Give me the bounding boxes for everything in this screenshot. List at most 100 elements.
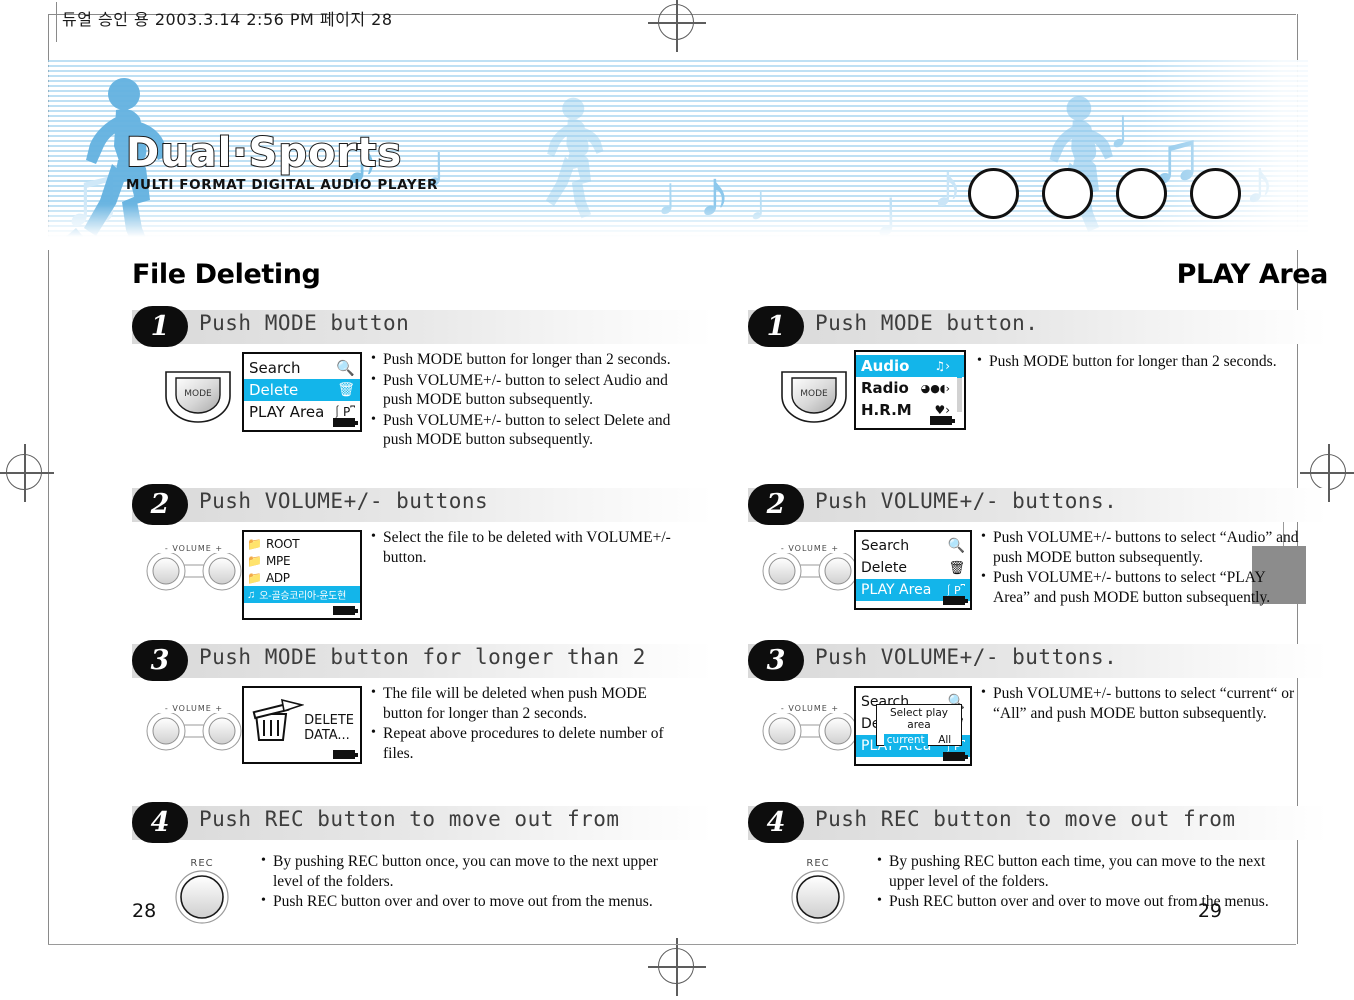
lcd-menu-item[interactable]: Radio ◕●◖› <box>856 377 964 399</box>
page-title: PLAY Area <box>1176 259 1329 290</box>
runner-silhouette <box>528 96 624 220</box>
registration-mark-bottom <box>648 938 706 996</box>
bullet-item: Push VOLUME+/- button to select Audio an… <box>383 371 700 410</box>
lcd-item-label: Delete <box>249 381 299 399</box>
rec-button[interactable]: REC <box>786 858 850 934</box>
volume-control-label: - VOLUME + <box>164 544 224 553</box>
banner-circle <box>1190 168 1241 219</box>
folder-icon: 📁 <box>247 536 262 551</box>
volume-control-label: - VOLUME + <box>164 704 224 713</box>
print-slug: 듀얼 승인 용 2003.3.14 2:56 PM 페이지 28 <box>62 10 393 29</box>
lcd-item-label: MPE <box>265 553 291 568</box>
step-number: 3 <box>132 640 188 681</box>
step-bullets: Push VOLUME+/- buttons to select “curren… <box>980 684 1300 724</box>
step-bar: 3 Push VOLUME+/- buttons. <box>748 640 1328 681</box>
rec-button[interactable]: REC <box>170 858 234 934</box>
lcd-menu-item[interactable]: Audio ♫› <box>856 355 964 377</box>
volume-control[interactable]: - VOLUME + <box>144 544 244 598</box>
lcd-menu-item[interactable]: Search 🔍 <box>244 357 360 379</box>
lcd-folder-item[interactable]: ♫ 오-골승코리아-윤도현 <box>244 586 360 603</box>
lcd-screen: Search 🔍 Delete 🗑 PLAY Area ⎰P⎴ <box>242 352 362 432</box>
popup-title: Select play area <box>890 707 948 731</box>
bullet-item: Push REC button over and over to move ou… <box>273 892 660 912</box>
bullet-item: Push MODE button for longer than 2 secon… <box>383 350 700 370</box>
step-bar: 1 Push MODE button <box>132 306 712 347</box>
lcd-screen: 📁 ROOT 📁 MPE 📁 ADP ♫ 오-골승코리아-윤도현 <box>242 530 362 620</box>
banner-fade <box>1138 60 1308 250</box>
heart-icon: ♥› <box>934 403 950 417</box>
lcd-delete-message: DELETE DATA... <box>304 713 354 744</box>
lcd-menu-item[interactable]: Search 🔍 <box>856 535 970 557</box>
step-number: 1 <box>748 306 804 347</box>
lcd-item-label: H.R.M <box>861 401 912 419</box>
lcd-screen: DELETE DATA... <box>242 686 362 764</box>
step-heading: Push MODE button <box>199 311 410 335</box>
delete-line-1: DELETE <box>304 713 354 728</box>
select-play-area-popup: Select play area current All <box>876 704 962 746</box>
bullet-item: The file will be deleted when push MODE … <box>383 684 690 723</box>
step-number: 4 <box>748 802 804 843</box>
step-number: 4 <box>132 802 188 843</box>
svg-text:MODE: MODE <box>184 389 212 399</box>
lcd-item-label: PLAY Area <box>861 582 932 598</box>
logo-title: Dual·Sports <box>125 130 403 176</box>
bullet-item: By pushing REC button once, you can move… <box>273 852 660 891</box>
lcd-menu-item[interactable]: Delete 🗑 <box>244 379 360 401</box>
step-bullets: Push MODE button for longer than 2 secon… <box>976 352 1296 373</box>
step-bullets: The file will be deleted when push MODE … <box>370 684 690 764</box>
music-note-icon: ♩ <box>748 175 798 231</box>
rec-button-label: REC <box>190 858 214 869</box>
bullet-item: Push VOLUME+/- buttons to select “Audio”… <box>993 528 1300 567</box>
step-body: - VOLUME + Search 🔍 Delete 🗑 <box>748 528 1328 640</box>
step-number: 2 <box>748 484 804 525</box>
mode-button[interactable]: MODE <box>772 364 856 426</box>
radio-wave-icon: ◕●◖› <box>920 381 950 395</box>
step-bar: 1 Push MODE button. <box>748 306 1328 347</box>
volume-control[interactable]: - VOLUME + <box>760 544 860 598</box>
step-heading: Push MODE button for longer than 2 <box>199 645 646 669</box>
music-note-icon: ♪ <box>698 156 731 230</box>
lcd-folder-item[interactable]: 📁 ROOT <box>244 535 360 552</box>
product-logo: Dual·Sports MULTI FORMAT DIGITAL AUDIO P… <box>125 130 438 193</box>
step-heading: Push MODE button. <box>815 311 1039 335</box>
step-bar: 2 Push VOLUME+/- buttons. <box>748 484 1328 525</box>
bullet-item: Select the file to be deleted with VOLUM… <box>383 528 690 567</box>
battery-icon <box>943 596 968 605</box>
lcd-folder-item[interactable]: 📁 ADP <box>244 569 360 586</box>
step-bar: 4 Push REC button to move out from <box>132 802 712 843</box>
trash-icon: 🗑 <box>948 560 965 576</box>
mode-button[interactable]: MODE <box>156 364 240 426</box>
volume-control-label: - VOLUME + <box>780 544 840 553</box>
rec-button-label: REC <box>806 858 830 869</box>
lcd-item-label: Search <box>249 359 301 377</box>
lcd-item-label: ROOT <box>265 536 300 551</box>
bullet-item: By pushing REC button each time, you can… <box>889 852 1276 891</box>
lcd-scrollbar[interactable] <box>957 355 962 412</box>
volume-control[interactable]: - VOLUME + <box>144 704 244 758</box>
step-number: 3 <box>748 640 804 681</box>
popup-option-current[interactable]: current <box>883 734 928 746</box>
music-note-icon: ♫› <box>934 359 950 373</box>
magnifier-icon: 🔍 <box>947 538 965 554</box>
battery-icon <box>943 752 968 761</box>
step-heading: Push VOLUME+/- buttons. <box>815 645 1118 669</box>
trash-icon: 🗑 <box>337 382 355 398</box>
lcd-item-label: Search <box>861 538 910 554</box>
popup-option-all[interactable]: All <box>935 734 954 746</box>
step-heading: Push REC button to move out from <box>199 807 620 831</box>
step-body: - VOLUME + DELETE DATA... • The file wil… <box>132 684 712 802</box>
step-heading: Push VOLUME+/- buttons <box>199 489 489 513</box>
step-body: REC By pushing REC button once, you can … <box>132 848 712 948</box>
battery-icon <box>333 418 358 427</box>
step-bullets: By pushing REC button once, you can move… <box>260 852 660 913</box>
banner-circle <box>1042 168 1093 219</box>
step-bullets: Push MODE button for longer than 2 secon… <box>370 350 700 451</box>
step-bar: 2 Push VOLUME+/- buttons <box>132 484 712 525</box>
lcd-menu-item[interactable]: Delete 🗑 <box>856 557 970 579</box>
banner-circle <box>1116 168 1167 219</box>
folder-icon: 📁 <box>247 570 262 585</box>
volume-control[interactable]: - VOLUME + <box>760 704 860 758</box>
step-body: MODE Audio ♫› Radio ◕●◖› H.R.M ♥› • Push… <box>748 350 1328 474</box>
lcd-screen: Search 🔍 Delete 🗑 PLAY Area ⎰P⎴ Select p… <box>854 686 972 766</box>
lcd-folder-item[interactable]: 📁 MPE <box>244 552 360 569</box>
